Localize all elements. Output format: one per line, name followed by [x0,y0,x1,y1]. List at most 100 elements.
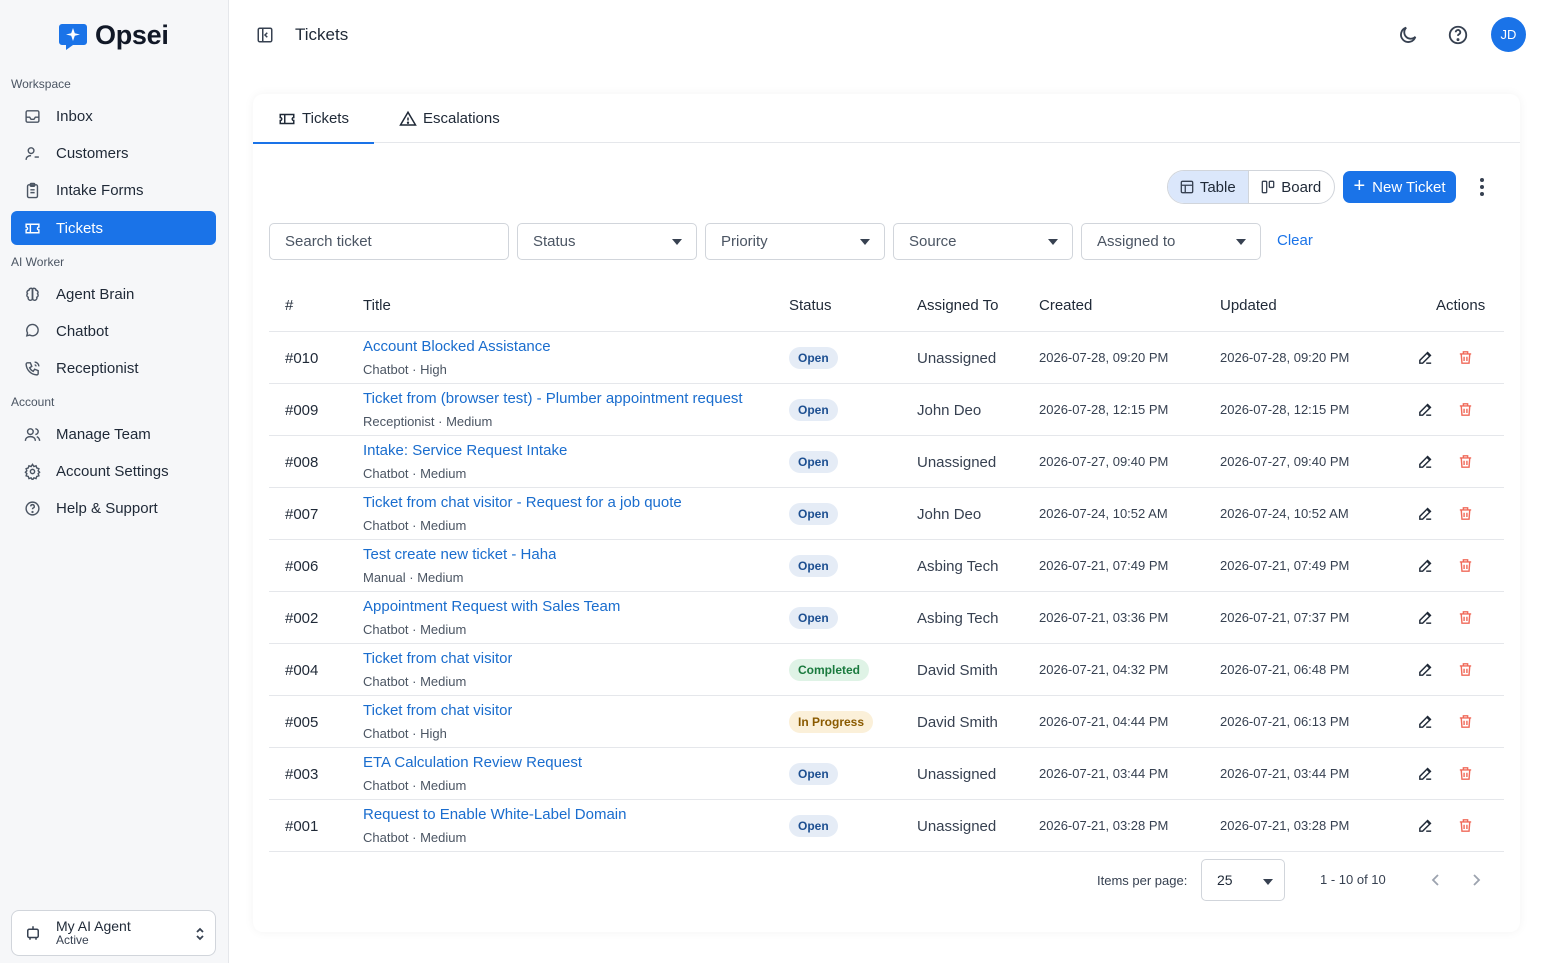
sidebar-item-label: Agent Brain [56,285,135,303]
delete-icon[interactable] [1457,713,1474,730]
table-row[interactable]: #004 Ticket from chat visitor Chatbot · Me… [269,644,1504,696]
search-input[interactable]: Search ticket [269,223,509,260]
updated-date: 2026-07-28, 09:20 PM [1220,350,1350,365]
edit-icon[interactable] [1417,609,1434,626]
delete-icon[interactable] [1457,609,1474,626]
view-table-button[interactable]: Table [1168,171,1249,203]
sidebar-item-chatbot[interactable]: Chatbot [11,314,216,348]
column-header-updated[interactable]: Updated [1220,297,1277,314]
ticket-title-link[interactable]: Ticket from chat visitor [363,650,512,667]
ticket-title-link[interactable]: Account Blocked Assistance [363,338,551,355]
ticket-title-link[interactable]: Test create new ticket - Haha [363,546,556,563]
delete-icon[interactable] [1457,557,1474,574]
ticket-source-priority: Chatbot · Medium [363,778,467,793]
agent-status: Active [56,933,89,948]
sidebar-item-help-support[interactable]: Help & Support [11,491,216,525]
team-icon [24,427,41,441]
caret-down-icon [672,239,682,245]
ticket-title-link[interactable]: Ticket from chat visitor - Request for a… [363,494,682,511]
agent-switcher[interactable]: My AI Agent Active [11,910,216,956]
sidebar-item-agent-brain[interactable]: Agent Brain [11,277,216,311]
delete-icon[interactable] [1457,505,1474,522]
ticket-title-link[interactable]: Appointment Request with Sales Team [363,598,620,615]
view-toggle: Table Board [1167,170,1335,204]
tab-tickets[interactable]: Tickets [253,94,374,144]
table-row[interactable]: #005 Ticket from chat visitor Chatbot · Hi… [269,696,1504,748]
ticket-source-priority: Chatbot · High [363,726,447,741]
chat-icon [25,323,39,337]
updated-date: 2026-07-27, 09:40 PM [1220,454,1350,469]
sidebar-item-customers[interactable]: Customers [11,136,216,170]
app-logo[interactable]: Opsei [58,20,169,51]
edit-icon[interactable] [1417,453,1434,470]
help-icon [25,500,40,516]
source-filter[interactable]: Source [893,223,1073,260]
clear-filters-link[interactable]: Clear [1277,232,1313,249]
updated-date: 2026-07-28, 12:15 PM [1220,402,1350,417]
status-badge: Open [789,815,838,837]
delete-icon[interactable] [1457,817,1474,834]
table-row[interactable]: #007 Ticket from chat visitor - Request f… [269,488,1504,540]
dark-mode-icon[interactable] [1397,24,1419,46]
tab-escalations[interactable]: Escalations [399,94,500,143]
sidebar-item-tickets[interactable]: Tickets [11,211,216,245]
column-header-assigned[interactable]: Assigned To [917,297,998,314]
ticket-title-link[interactable]: Request to Enable White-Label Domain [363,806,626,823]
previous-page-icon[interactable] [1429,872,1443,888]
assigned-to: David Smith [917,662,998,679]
sidebar-item-inbox[interactable]: Inbox [11,99,216,133]
delete-icon[interactable] [1457,453,1474,470]
ticket-number: #007 [285,506,319,523]
help-icon[interactable] [1447,24,1469,46]
column-header-status[interactable]: Status [789,297,832,314]
delete-icon[interactable] [1457,401,1474,418]
edit-icon[interactable] [1417,713,1434,730]
status-filter[interactable]: Status [517,223,697,260]
assigned-to: Unassigned [917,766,997,783]
updated-date: 2026-07-21, 03:44 PM [1220,766,1350,781]
new-ticket-label: New Ticket [1372,178,1446,196]
assigned-to: Asbing Tech [917,558,999,575]
table-row[interactable]: #002 Appointment Request with Sales Team C… [269,592,1504,644]
delete-icon[interactable] [1457,765,1474,782]
sidebar-item-manage-team[interactable]: Manage Team [11,417,216,451]
table-row[interactable]: #010 Account Blocked Assistance Chatbot · … [269,332,1504,384]
edit-icon[interactable] [1417,505,1434,522]
sidebar-item-receptionist[interactable]: Receptionist [11,351,216,385]
assigned-to-filter[interactable]: Assigned to [1081,223,1261,260]
table-row[interactable]: #009 Ticket from (browser test) - Plumber… [269,384,1504,436]
next-page-icon[interactable] [1469,872,1483,888]
view-table-label: Table [1199,178,1236,196]
column-header-created[interactable]: Created [1039,297,1092,314]
priority-filter[interactable]: Priority [705,223,885,260]
column-header-title[interactable]: Title [363,297,391,314]
items-per-page-select[interactable]: 25 [1201,859,1285,901]
avatar[interactable]: JD [1491,17,1526,52]
sidebar-item-account-settings[interactable]: Account Settings [11,454,216,488]
tab-label: Escalations [423,110,500,127]
edit-icon[interactable] [1417,817,1434,834]
sidebar-item-intake-forms[interactable]: Intake Forms [11,173,216,207]
ticket-title-link[interactable]: ETA Calculation Review Request [363,754,582,771]
delete-icon[interactable] [1457,349,1474,366]
table-row[interactable]: #001 Request to Enable White-Label Domain… [269,800,1504,852]
edit-icon[interactable] [1417,401,1434,418]
ticket-number: #004 [285,662,319,679]
edit-icon[interactable] [1417,557,1434,574]
app-name: Opsei [95,20,169,50]
tickets-card: Tickets Escalations Table Board + New Ti… [253,94,1520,932]
view-board-button[interactable]: Board [1249,171,1334,203]
edit-icon[interactable] [1417,661,1434,678]
more-options-icon[interactable] [1473,176,1491,198]
ticket-title-link[interactable]: Ticket from (browser test) - Plumber app… [363,390,743,407]
table-row[interactable]: #008 Intake: Service Request Intake Chatbo… [269,436,1504,488]
table-row[interactable]: #003 ETA Calculation Review Request Chatbo… [269,748,1504,800]
sidebar-toggle-icon[interactable] [256,26,274,44]
ticket-title-link[interactable]: Intake: Service Request Intake [363,442,567,459]
ticket-title-link[interactable]: Ticket from chat visitor [363,702,512,719]
table-row[interactable]: #006 Test create new ticket - Haha Manual … [269,540,1504,592]
delete-icon[interactable] [1457,661,1474,678]
edit-icon[interactable] [1417,765,1434,782]
edit-icon[interactable] [1417,349,1434,366]
new-ticket-button[interactable]: + New Ticket [1343,171,1456,203]
